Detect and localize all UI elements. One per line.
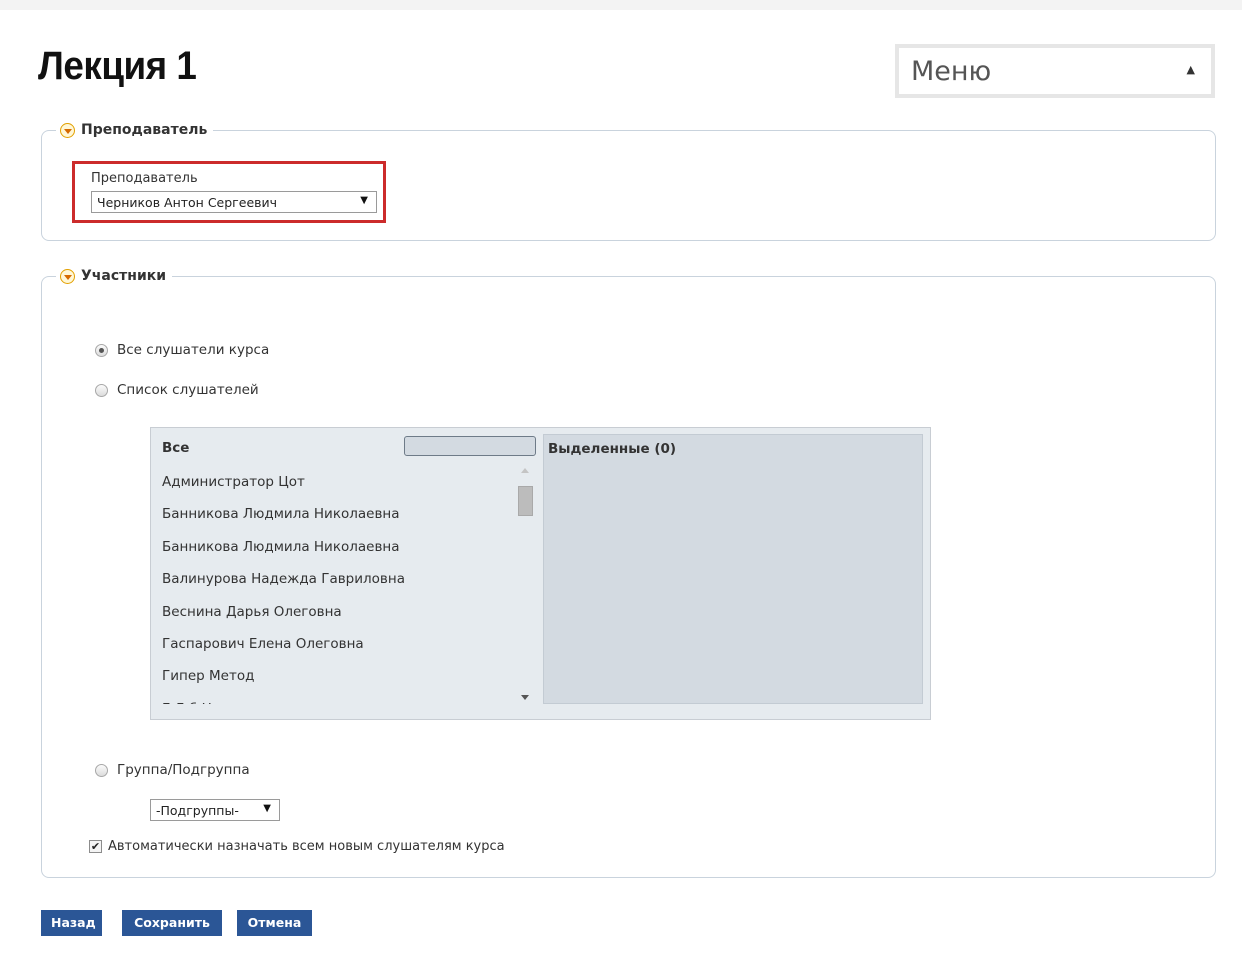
- list-item[interactable]: Банникова Людмила Николаевна: [162, 531, 514, 563]
- radio-student-list-label: Список слушателей: [117, 382, 259, 398]
- dropdown-arrow-icon: ▼: [263, 803, 271, 814]
- scroll-down-icon[interactable]: [521, 695, 529, 700]
- list-item[interactable]: Г Л б Н: [162, 693, 514, 704]
- participants-section-title: Участники: [81, 268, 167, 284]
- subgroup-select-value: -Подгруппы-: [156, 803, 239, 818]
- participants-section-legend[interactable]: Участники: [56, 268, 172, 284]
- participants-section: Участники Все слушатели курса Список слу…: [41, 268, 1216, 878]
- teacher-highlight-box: Преподаватель Черников Антон Сергеевич ▼: [72, 161, 386, 223]
- list-item[interactable]: Банникова Людмила Николаевна: [162, 498, 514, 530]
- radio-button[interactable]: [95, 763, 108, 777]
- teacher-section-title: Преподаватель: [81, 122, 208, 138]
- scroll-up-icon[interactable]: [521, 468, 529, 473]
- top-edge-bar: [0, 0, 1242, 10]
- picker-all-title: Все: [162, 440, 190, 456]
- subgroup-select[interactable]: -Подгруппы- ▼: [150, 799, 280, 821]
- scrollbar-thumb[interactable]: [518, 486, 533, 516]
- teacher-section-legend[interactable]: Преподаватель: [56, 122, 213, 138]
- list-item[interactable]: Гаспарович Елена Олеговна: [162, 628, 514, 660]
- teacher-select[interactable]: Черников Антон Сергеевич ▼: [91, 191, 377, 213]
- radio-button[interactable]: [95, 343, 108, 357]
- radio-group[interactable]: Группа/Подгруппа: [95, 762, 250, 778]
- cancel-button[interactable]: Отмена: [237, 910, 312, 936]
- list-item[interactable]: Администратор Цот: [162, 466, 514, 498]
- auto-assign-label: Автоматически назначать всем новым слуша…: [108, 839, 505, 854]
- teacher-field-label: Преподаватель: [91, 171, 198, 186]
- picker-selected-list[interactable]: Выделенные (0): [543, 434, 923, 704]
- radio-student-list[interactable]: Список слушателей: [95, 382, 259, 398]
- save-button[interactable]: Сохранить: [122, 910, 222, 936]
- auto-assign-checkbox[interactable]: ✔: [89, 840, 102, 853]
- auto-assign-row[interactable]: ✔ Автоматически назначать всем новым слу…: [89, 839, 505, 854]
- picker-scrollbar[interactable]: [517, 466, 534, 704]
- caret-up-icon: ▲: [1186, 63, 1195, 76]
- list-item[interactable]: Валинурова Надежда Гавриловна: [162, 563, 514, 595]
- teacher-select-value: Черников Антон Сергеевич: [97, 195, 278, 210]
- radio-all-course-label: Все слушатели курса: [117, 342, 270, 358]
- page-title: Лекция 1: [38, 44, 197, 88]
- teacher-section: Преподаватель Преподаватель Черников Ант…: [41, 122, 1216, 241]
- radio-group-label: Группа/Подгруппа: [117, 762, 250, 778]
- menu-label: Меню: [911, 56, 992, 87]
- menu-dropdown[interactable]: Меню ▲: [895, 44, 1215, 98]
- radio-button[interactable]: [95, 383, 108, 397]
- student-picker: Все Администратор Цот Банникова Людмила …: [150, 427, 931, 720]
- list-item[interactable]: Гипер Метод: [162, 660, 514, 692]
- collapse-toggle-icon[interactable]: [60, 122, 75, 138]
- picker-available-list[interactable]: Администратор Цот Банникова Людмила Нико…: [162, 466, 514, 704]
- list-item[interactable]: Веснина Дарья Олеговна: [162, 596, 514, 628]
- back-button[interactable]: Назад: [41, 910, 102, 936]
- picker-filter-input[interactable]: [404, 436, 536, 456]
- dropdown-arrow-icon: ▼: [360, 195, 368, 206]
- picker-selected-title: Выделенные (0): [548, 441, 677, 457]
- radio-all-course[interactable]: Все слушатели курса: [95, 342, 269, 358]
- collapse-toggle-icon[interactable]: [60, 268, 75, 284]
